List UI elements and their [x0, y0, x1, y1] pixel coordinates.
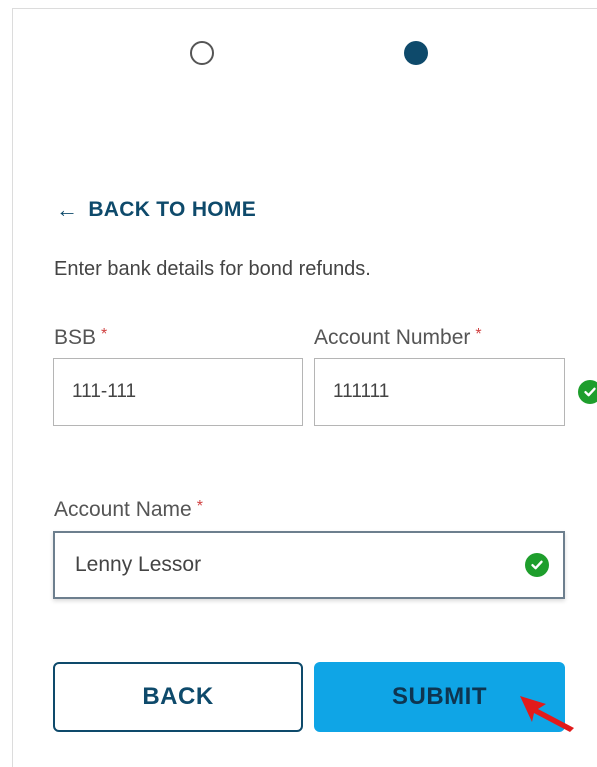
- bsb-label-text: BSB: [54, 326, 97, 349]
- account-number-input[interactable]: [315, 359, 578, 425]
- required-marker: *: [475, 326, 482, 343]
- account-name-label: Account Name *: [54, 498, 203, 522]
- account-number-field[interactable]: [314, 358, 597, 426]
- arrow-left-icon: ←: [56, 197, 79, 222]
- account-number-label-text: Account Number: [314, 326, 471, 349]
- step-indicator-1: [190, 41, 214, 65]
- bsb-field[interactable]: [53, 358, 341, 426]
- step-indicator-2-active: [404, 41, 428, 65]
- account-name-field[interactable]: [53, 531, 565, 599]
- back-button[interactable]: BACK: [53, 662, 303, 732]
- required-marker: *: [101, 326, 108, 343]
- back-to-home-label: BACK TO HOME: [88, 198, 257, 221]
- back-to-home-link[interactable]: ← BACK TO HOME: [56, 198, 256, 222]
- check-circle-icon: [525, 553, 549, 577]
- account-name-label-text: Account Name: [54, 498, 192, 521]
- check-circle-icon: [578, 380, 597, 404]
- account-name-input[interactable]: [55, 533, 525, 597]
- red-pointer-arrow-icon: [520, 696, 574, 732]
- bsb-input[interactable]: [54, 359, 317, 425]
- form-intro-text: Enter bank details for bond refunds.: [54, 258, 371, 280]
- bsb-label: BSB *: [54, 326, 107, 350]
- required-marker: *: [196, 498, 203, 515]
- account-number-label: Account Number *: [314, 326, 482, 350]
